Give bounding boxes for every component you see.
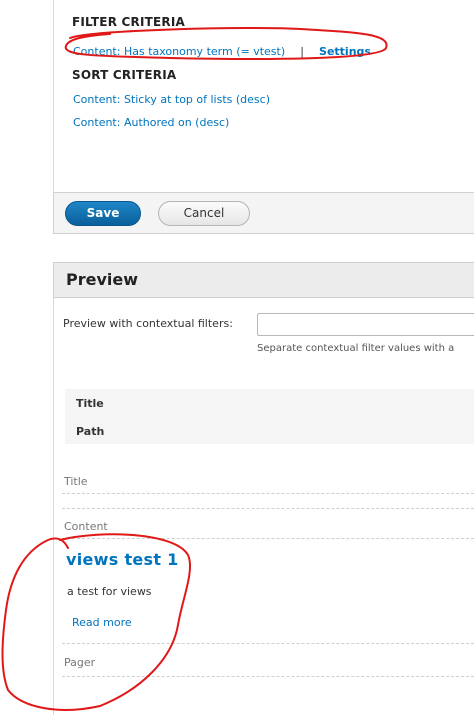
title-divider	[62, 493, 474, 494]
pager-divider	[62, 676, 474, 677]
sort-authored-link[interactable]: Content: Authored on (desc)	[73, 116, 229, 129]
contextual-filters-input[interactable]	[257, 313, 474, 336]
field-label-pager: Pager	[64, 656, 96, 669]
filter-criteria-heading: FILTER CRITERIA	[72, 15, 186, 29]
node-body-text: a test for views	[67, 585, 152, 598]
info-row-title: Title	[76, 397, 104, 410]
content-bottom-divider	[62, 643, 474, 644]
save-button[interactable]: Save	[65, 201, 141, 226]
field-label-content: Content	[64, 520, 108, 533]
sort-criteria-heading: SORT CRITERIA	[72, 68, 177, 82]
cancel-button[interactable]: Cancel	[158, 201, 250, 226]
content-divider	[62, 538, 474, 539]
sort-sticky-link[interactable]: Content: Sticky at top of lists (desc)	[73, 93, 270, 106]
contextual-filters-label: Preview with contextual filters:	[63, 317, 233, 330]
title-divider-2	[62, 508, 474, 509]
contextual-filters-description: Separate contextual filter values with a	[257, 343, 455, 354]
read-more-link[interactable]: Read more	[72, 616, 132, 629]
filter-row: Content: Has taxonomy term (= vtest) | S…	[73, 40, 371, 59]
field-label-title: Title	[64, 475, 88, 488]
preview-title: Preview	[66, 270, 139, 289]
info-row-path: Path	[76, 425, 105, 438]
node-title-link[interactable]: views test 1	[66, 550, 179, 569]
filter-separator: |	[300, 45, 304, 58]
filter-taxonomy-term-link[interactable]: Content: Has taxonomy term (= vtest)	[73, 45, 285, 58]
filter-settings-link[interactable]: Settings	[319, 45, 371, 58]
preview-info-table	[65, 389, 474, 444]
preview-body	[53, 298, 474, 715]
